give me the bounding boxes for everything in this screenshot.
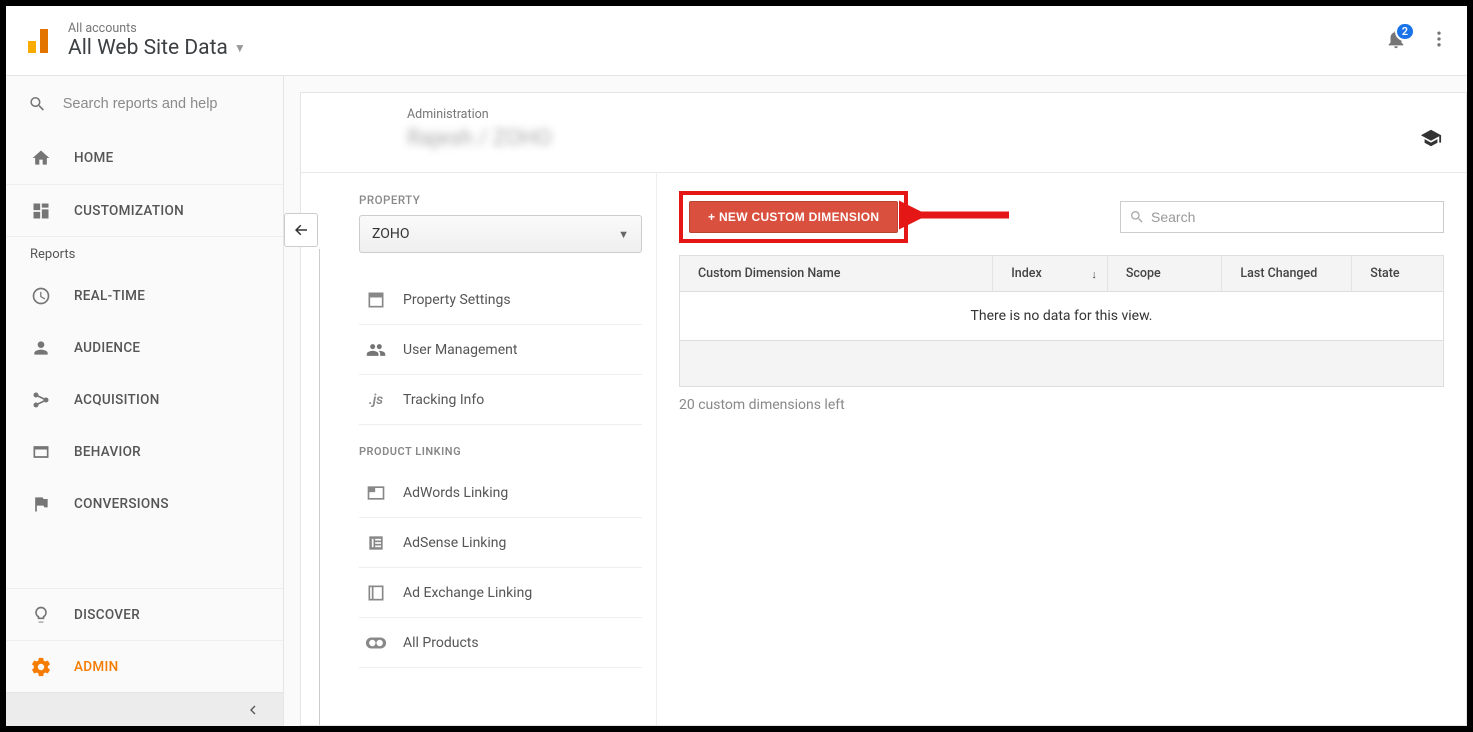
nav-realtime[interactable]: REAL-TIME [6,270,283,322]
adexchange-label: Ad Exchange Linking [403,585,532,601]
flag-icon [31,494,51,514]
home-icon [31,148,51,168]
nav-conversions-label: CONVERSIONS [74,496,169,512]
app-header: All accounts All Web Site Data ▼ 2 [6,6,1467,76]
col-index[interactable]: Index↓ [993,256,1108,292]
property-column: PROPERTY ZOHO ▼ Property Settings [301,173,657,725]
search-input[interactable] [63,96,261,112]
adwords-icon [366,483,386,503]
nav-audience[interactable]: AUDIENCE [6,322,283,374]
nav-acquisition[interactable]: ACQUISITION [6,374,283,426]
accounts-label: All accounts [68,21,246,36]
left-nav: HOME CUSTOMIZATION Reports REAL-TIME AUD… [6,76,284,726]
property-select[interactable]: ZOHO ▼ [359,215,642,253]
product-linking-header: PRODUCT LINKING [359,425,642,468]
account-picker[interactable]: All accounts All Web Site Data ▼ [68,21,246,60]
adwords-label: AdWords Linking [403,485,508,501]
nav-discover-label: DISCOVER [74,607,140,623]
custom-dimensions-panel: + NEW CUSTOM DIMENSION [657,173,1466,725]
nav-home[interactable]: HOME [6,132,283,184]
all-products-link[interactable]: All Products [359,618,642,668]
nav-discover[interactable]: DISCOVER [6,588,283,640]
tracking-info-link[interactable]: .js Tracking Info [359,375,642,425]
adexchange-icon [366,583,386,603]
all-products-label: All Products [403,635,479,651]
tracking-info-label: Tracking Info [403,392,484,408]
kebab-icon [1429,29,1449,49]
admin-breadcrumb-label: Administration [407,107,1436,122]
nav-behavior-label: BEHAVIOR [74,444,141,460]
bulb-icon [31,605,51,625]
property-settings-link[interactable]: Property Settings [359,275,642,325]
nav-realtime-label: REAL-TIME [74,288,145,304]
window-icon [31,442,51,462]
back-arrow-icon [292,221,310,239]
chevron-left-icon [245,702,261,718]
nav-conversions[interactable]: CONVERSIONS [6,478,283,530]
person-icon [31,338,51,358]
property-select-value: ZOHO [372,226,409,242]
adexchange-linking-link[interactable]: Ad Exchange Linking [359,568,642,618]
nav-admin[interactable]: ADMIN [6,640,283,692]
table-footer [680,341,1444,387]
people-icon [366,340,386,360]
table-search[interactable] [1120,201,1444,233]
new-custom-dimension-button[interactable]: + NEW CUSTOM DIMENSION [689,201,898,233]
new-button-highlight: + NEW CUSTOM DIMENSION [679,191,908,243]
adsense-icon [366,533,386,553]
adsense-label: AdSense Linking [403,535,506,551]
nav-home-label: HOME [74,150,114,166]
education-icon[interactable] [1420,127,1442,153]
share-icon [31,390,51,410]
table-search-input[interactable] [1151,209,1435,225]
nav-behavior[interactable]: BEHAVIOR [6,426,283,478]
back-button[interactable] [284,213,318,247]
view-title: All Web Site Data [68,36,228,60]
col-scope[interactable]: Scope [1107,256,1222,292]
settings-box-icon [366,290,386,310]
notification-badge: 2 [1395,22,1415,41]
chevron-down-icon: ▼ [618,228,629,241]
col-last-changed[interactable]: Last Changed [1222,256,1352,292]
notifications-button[interactable]: 2 [1385,28,1407,54]
nav-admin-label: ADMIN [74,659,118,675]
col-state[interactable]: State [1352,256,1444,292]
annotation-arrow-icon [899,197,1019,237]
admin-breadcrumb-path: Rajesh / ZOHO [407,126,1436,151]
link-icon [365,635,387,651]
ga-logo-icon [20,23,56,59]
user-management-link[interactable]: User Management [359,325,642,375]
nav-audience-label: AUDIENCE [74,340,140,356]
search-icon [28,93,47,115]
property-settings-label: Property Settings [403,292,511,308]
more-menu-button[interactable] [1425,25,1453,57]
nav-customization[interactable]: CUSTOMIZATION [6,184,283,236]
gear-icon [30,656,52,678]
adwords-linking-link[interactable]: AdWords Linking [359,468,642,518]
js-icon: .js [363,392,389,408]
property-label: PROPERTY [359,193,642,207]
user-management-label: User Management [403,342,517,358]
nav-acquisition-label: ACQUISITION [74,392,160,408]
reports-section-label: Reports [6,236,283,270]
dashboard-icon [31,201,51,221]
col-name[interactable]: Custom Dimension Name [680,256,993,292]
search-icon [1129,209,1145,225]
clock-icon [31,286,51,306]
adsense-linking-link[interactable]: AdSense Linking [359,518,642,568]
dimensions-remaining-label: 20 custom dimensions left [679,397,1444,413]
custom-dimensions-table: Custom Dimension Name Index↓ Scope Last … [679,255,1444,387]
collapse-nav-button[interactable] [6,692,283,726]
nav-customization-label: CUSTOMIZATION [74,203,184,219]
sort-desc-icon: ↓ [1091,268,1097,281]
chevron-down-icon: ▼ [234,41,246,55]
empty-state-message: There is no data for this view. [680,292,1444,341]
column-divider [319,249,320,725]
